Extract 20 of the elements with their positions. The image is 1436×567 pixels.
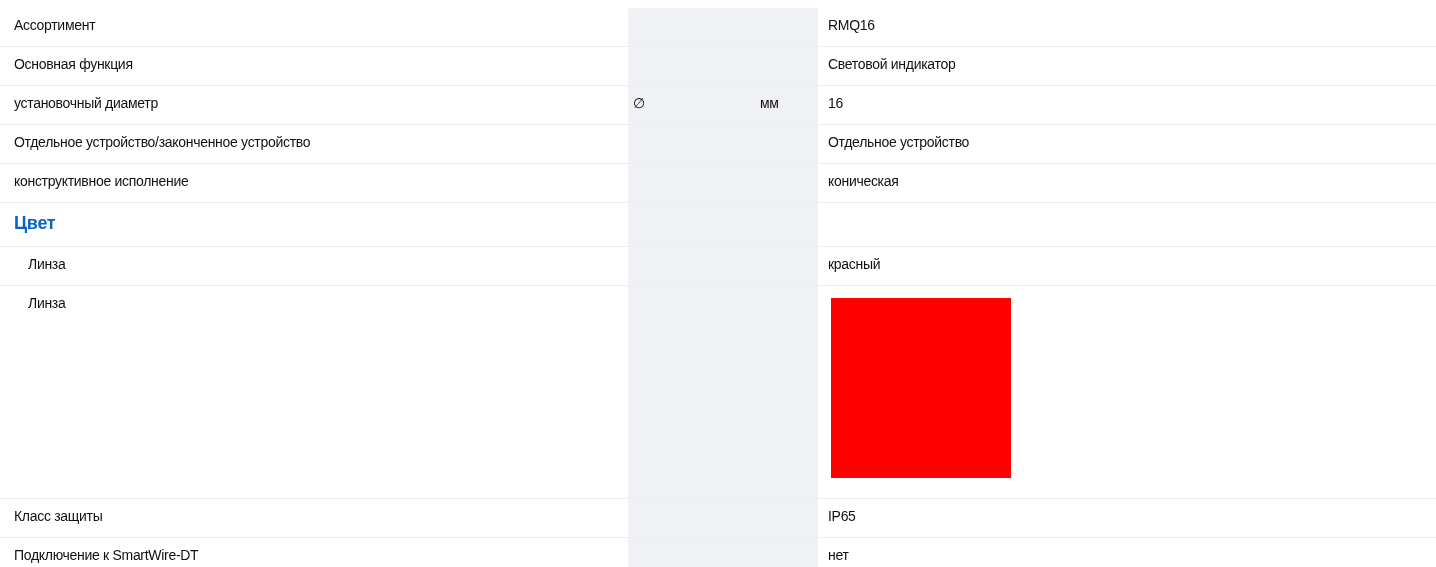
property-value: 16 — [828, 95, 843, 111]
property-label: установочный диаметр — [14, 95, 158, 111]
property-label: конструктивное исполнение — [14, 173, 189, 189]
property-label: Линза — [28, 295, 66, 311]
property-label: Подключение к SmartWire-DT — [14, 547, 199, 563]
property-label: Основная функция — [14, 56, 133, 72]
section-heading: Цвет — [14, 213, 56, 233]
property-value: нет — [828, 547, 849, 563]
property-value: RMQ16 — [828, 17, 875, 33]
property-label: Класс защиты — [14, 508, 103, 524]
property-value: IP65 — [828, 508, 856, 524]
unit-cell: мм — [743, 86, 818, 124]
symbol-cell: ∅ — [628, 86, 743, 124]
property-value: красный — [828, 256, 881, 272]
property-label: Ассортимент — [14, 17, 96, 33]
property-label: Линза — [28, 256, 66, 272]
property-value: Отдельное устройство — [828, 134, 970, 150]
property-label: Отдельное устройство/законченное устройство — [14, 134, 311, 150]
property-value: Световой индикатор — [828, 56, 956, 72]
property-value: коническая — [828, 173, 899, 189]
